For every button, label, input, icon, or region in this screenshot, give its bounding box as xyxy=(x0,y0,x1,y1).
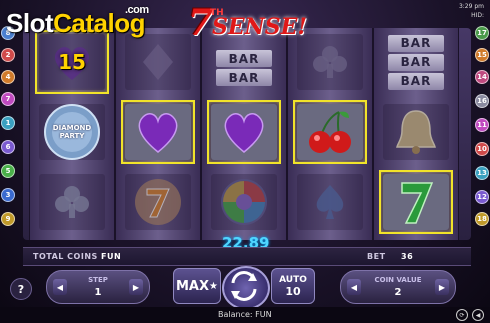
reel-2 xyxy=(115,28,201,240)
reel-1-bot-symbol xyxy=(35,170,109,234)
balance-text: Balance: FUN xyxy=(218,310,272,319)
reel-3-mid-symbol xyxy=(207,100,281,164)
chevron-left-icon: ◀ xyxy=(350,282,358,292)
payline-marker[interactable]: 4 xyxy=(1,70,15,84)
coin-value-value: 2 xyxy=(394,287,402,298)
cherries-icon xyxy=(309,111,351,153)
reel-4-mid-symbol xyxy=(293,100,367,164)
step-label: STEP xyxy=(88,276,108,284)
reel-5-top-symbol: BAR BAR BAR xyxy=(379,30,453,94)
win-value: 15 xyxy=(58,50,86,74)
bet-label: BET xyxy=(367,252,386,261)
payline-marker[interactable]: 15 xyxy=(475,48,489,62)
payline-marker[interactable]: 6 xyxy=(1,140,15,154)
diamond-party-label: DIAMOND PARTY xyxy=(52,124,92,140)
spin-arrows-icon xyxy=(231,271,257,301)
auto-value: 10 xyxy=(285,285,301,298)
payline-marker[interactable]: 7 xyxy=(1,92,15,106)
reel-5-mid-symbol xyxy=(379,100,453,164)
reel-3: BAR BAR xyxy=(201,28,287,240)
payline-marker[interactable]: 2 xyxy=(1,48,15,62)
max-bet-button[interactable]: MAX ★ xyxy=(173,268,221,304)
reel-1-mid-symbol: DIAMOND PARTY xyxy=(35,100,109,164)
reel-2-bot-symbol xyxy=(121,170,195,234)
payline-marker[interactable]: 10 xyxy=(475,142,489,156)
reel-4-bot-symbol xyxy=(293,170,367,234)
bar-icon: BAR xyxy=(388,34,444,52)
coin-value-increase-button[interactable]: ▶ xyxy=(435,279,449,295)
spin-button[interactable] xyxy=(222,266,270,310)
autoplay-button[interactable]: AUTO 10 xyxy=(271,268,315,304)
coin-value-decrease-button[interactable]: ◀ xyxy=(347,279,361,295)
payline-marker[interactable]: 14 xyxy=(475,70,489,84)
bar-icon: BAR xyxy=(216,69,272,86)
status-area: 3:29 pm HID: xyxy=(459,2,484,20)
reel-4 xyxy=(287,28,373,240)
payline-marker[interactable]: 3 xyxy=(1,188,15,202)
hid-label: HID: xyxy=(471,12,484,19)
chevron-right-icon: ▶ xyxy=(132,282,140,292)
max-label: MAX xyxy=(176,278,210,294)
step-increase-button[interactable]: ▶ xyxy=(129,279,143,295)
payline-marker[interactable]: 11 xyxy=(475,118,489,132)
footer-bar: Balance: FUN ⟳ ◀ xyxy=(0,307,490,323)
step-decrease-button[interactable]: ◀ xyxy=(53,279,67,295)
reel-3-bot-symbol xyxy=(207,170,281,234)
purple-heart-icon xyxy=(138,113,178,153)
game-logo: 7 TH SENSE! xyxy=(188,2,308,44)
bar-icon: BAR xyxy=(388,53,444,71)
reel-2-mid-symbol xyxy=(121,100,195,164)
total-coins-label: TOTAL COINS xyxy=(33,252,98,261)
payline-marker[interactable]: 16 xyxy=(475,94,489,108)
chevron-left-icon: ◀ xyxy=(56,282,64,292)
info-bar: TOTAL COINS FUN BET 36 xyxy=(23,247,471,266)
reel-3-top-symbol: BAR BAR xyxy=(207,36,281,100)
help-label: ? xyxy=(17,282,25,296)
help-button[interactable]: ? xyxy=(10,278,32,300)
sound-icon[interactable]: ◀ xyxy=(472,309,484,321)
reel-5: BAR BAR BAR xyxy=(373,28,459,240)
payline-marker[interactable]: 5 xyxy=(1,164,15,178)
reel-1-top-symbol: 15 xyxy=(35,30,109,94)
watermark-logo: SlotCatalog .com xyxy=(6,4,149,38)
bar-stack: BAR BAR BAR xyxy=(388,34,444,90)
payline-marker[interactable]: 18 xyxy=(475,212,489,226)
payline-marker[interactable]: 12 xyxy=(475,190,489,204)
total-coins-value: FUN xyxy=(101,252,122,261)
bar-icon: BAR xyxy=(216,50,272,67)
step-control: ◀ STEP 1 ▶ xyxy=(46,270,150,304)
green-seven-icon xyxy=(401,182,434,224)
reel-5-bot-symbol xyxy=(379,170,453,234)
chevron-right-icon: ▶ xyxy=(438,282,446,292)
clock: 3:29 pm xyxy=(458,3,484,10)
payline-marker[interactable]: 9 xyxy=(1,212,15,226)
bar-stack: BAR BAR xyxy=(216,50,272,86)
payline-marker[interactable]: 17 xyxy=(475,26,489,40)
purple-heart-icon xyxy=(224,113,264,153)
reel-2-top-symbol xyxy=(121,30,195,94)
step-value: 1 xyxy=(94,287,102,298)
payline-marker[interactable]: 13 xyxy=(475,166,489,180)
coin-value-label: COIN VALUE xyxy=(374,276,422,284)
star-icon: ★ xyxy=(209,280,218,292)
bet-value: 36 xyxy=(401,252,414,261)
fullscreen-icon[interactable]: ⟳ xyxy=(456,309,468,321)
reel-1: 15 DIAMOND PARTY xyxy=(29,28,115,240)
coin-value-control: ◀ COIN VALUE 2 ▶ xyxy=(340,270,456,304)
bar-icon: BAR xyxy=(388,72,444,90)
payline-marker[interactable]: 1 xyxy=(1,116,15,130)
